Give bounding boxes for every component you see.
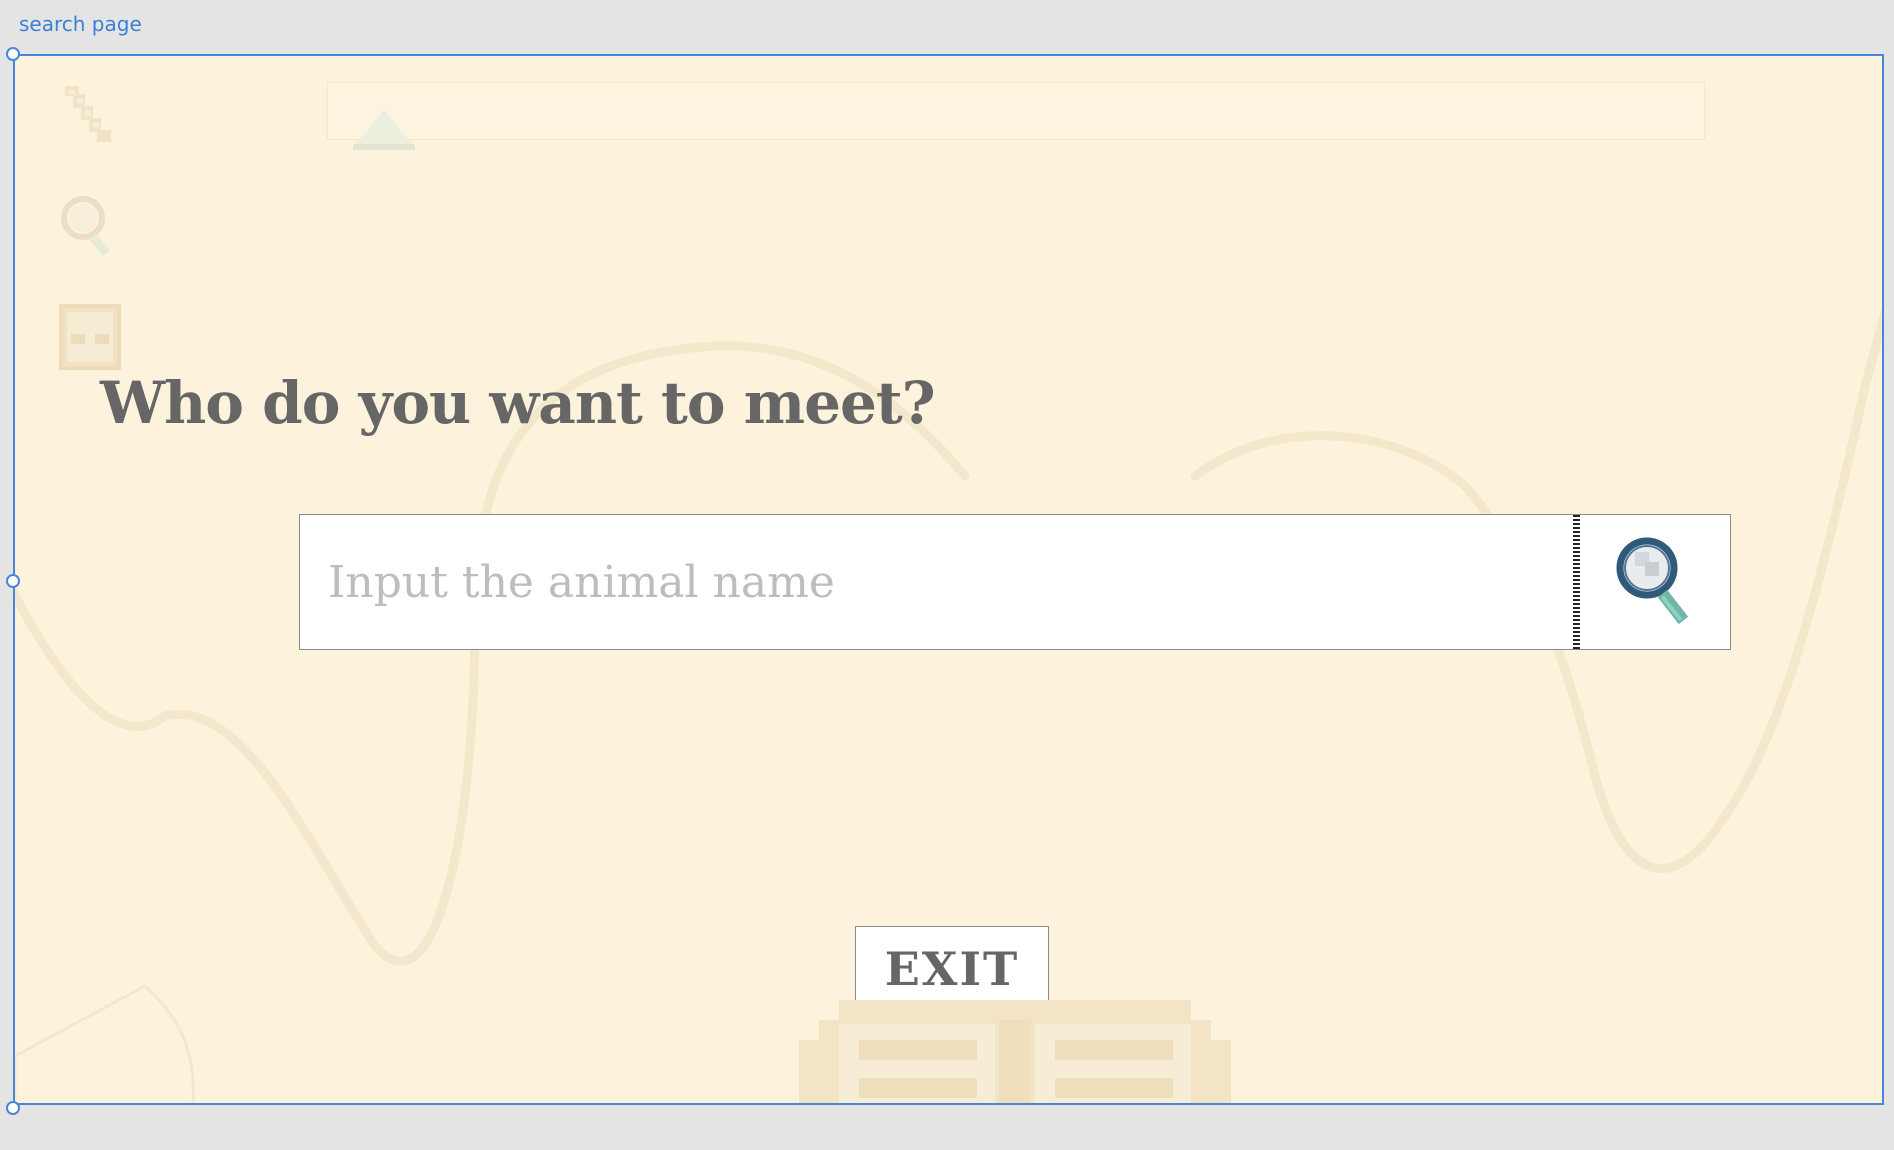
top-toolbar <box>327 82 1705 140</box>
animal-name-input[interactable] <box>300 515 1574 649</box>
up-arrow-icon[interactable] <box>351 108 417 152</box>
resize-handle-bottom-left[interactable] <box>6 1101 20 1115</box>
resize-handle-top-left[interactable] <box>6 47 20 61</box>
magnifier-icon[interactable] <box>57 192 123 262</box>
page-title: Who do you want to meet? <box>100 369 936 437</box>
search-button[interactable] <box>1580 515 1730 649</box>
book-icon[interactable] <box>57 302 123 372</box>
open-book-decoration <box>799 1000 1231 1103</box>
search-bar <box>299 514 1731 650</box>
magnifier-icon <box>1616 537 1689 625</box>
artboard-search-page: Who do you want to meet? EXIT <box>13 54 1884 1105</box>
artboard-label[interactable]: search page <box>19 12 142 36</box>
resize-handle-middle-left[interactable] <box>6 574 20 588</box>
search-divider <box>1573 515 1580 649</box>
scroll-icon[interactable] <box>57 82 123 152</box>
